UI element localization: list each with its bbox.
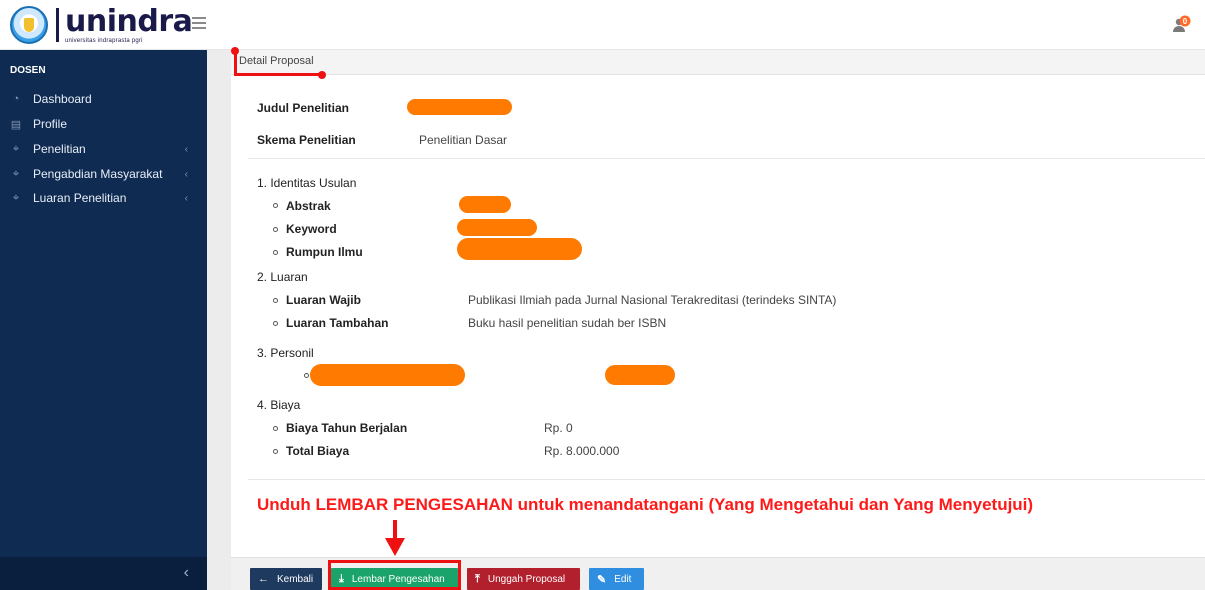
edit-button[interactable]: ✎ Edit xyxy=(589,568,644,590)
bullet-icon xyxy=(273,250,278,255)
user-notification-icon[interactable]: 0 xyxy=(1172,14,1192,34)
sidebar-item-penelitian[interactable]: ⌖ Penelitian ‹ xyxy=(10,139,190,159)
sidebar-item-luaran[interactable]: ⌖ Luaran Penelitian ‹ xyxy=(10,188,190,208)
bullet-icon xyxy=(273,227,278,232)
sidebar-item-label: Pengabdian Masyarakat xyxy=(33,167,163,181)
skema-label: Skema Penelitian xyxy=(257,133,356,147)
sidebar: DOSEN ◔ Dashboard ▤ Profile ⌖ Penelitian… xyxy=(0,50,207,590)
divider xyxy=(248,158,1205,159)
luaran-tambahan-value: Buku hasil penelitian sudah ber ISBN xyxy=(468,316,667,330)
identitas-heading-text: 1. Identitas Usulan xyxy=(257,176,357,190)
sidebar-footer: ‹ xyxy=(0,557,207,590)
tag-icon: ⌖ xyxy=(12,191,20,204)
dashboard-icon: ◔ xyxy=(12,93,20,105)
redacted-judul xyxy=(407,99,512,115)
upload-icon: ⤒ xyxy=(475,572,480,585)
annotation-arrow-down-icon xyxy=(385,538,405,556)
content-header: Detail Proposal xyxy=(231,50,1205,75)
menu-toggle-icon[interactable] xyxy=(192,17,206,29)
skema-value: Penelitian Dasar xyxy=(419,133,508,147)
judul-label: Judul Penelitian xyxy=(257,101,350,115)
bullet-icon xyxy=(273,426,278,431)
page-title: Detail Proposal xyxy=(239,55,314,67)
luaran-wajib-value: Publikasi Ilmiah pada Jurnal Nasional Te… xyxy=(468,293,837,307)
chevron-left-icon: ‹ xyxy=(184,192,188,204)
pencil-icon: ✎ xyxy=(597,573,607,586)
chevron-left-icon: ‹ xyxy=(184,143,188,155)
personil-heading: 3. Personil xyxy=(257,346,314,360)
abstrak-label: Abstrak xyxy=(286,199,331,213)
luaran-wajib-label: Luaran Wajib xyxy=(286,293,361,307)
luaran-heading: 2. Luaran xyxy=(257,270,308,284)
sidebar-item-label: Profile xyxy=(33,117,68,131)
profile-card-icon: ▤ xyxy=(10,118,22,131)
brand-tagline: universitas indraprasta pgri xyxy=(65,37,143,44)
university-seal-icon xyxy=(10,6,48,44)
chevron-left-icon: ‹ xyxy=(184,168,188,180)
bullet-icon xyxy=(273,203,278,208)
annotation-dot xyxy=(318,71,326,79)
sidebar-item-dashboard[interactable]: ◔ Dashboard xyxy=(10,89,190,109)
annotation-highlight-box xyxy=(328,560,461,590)
biaya-heading: 4. Biaya xyxy=(257,398,301,412)
sidebar-item-pengabdian[interactable]: ⌖ Pengabdian Masyarakat ‹ xyxy=(10,164,190,184)
redacted-rumpun xyxy=(457,238,582,260)
annotation-dot xyxy=(231,47,239,55)
kembali-label: Kembali xyxy=(277,573,314,585)
identitas-heading: 1. Identitas Usulan xyxy=(257,176,356,190)
tag-icon: ⌖ xyxy=(12,142,20,155)
bullet-icon xyxy=(273,321,278,326)
tag-icon: ⌖ xyxy=(12,167,20,180)
unggah-label: Unggah Proposal xyxy=(487,573,566,585)
top-navbar: unindra universitas indraprasta pgri 0 xyxy=(0,0,1205,50)
brand-logo[interactable]: unindra universitas indraprasta pgri xyxy=(10,3,193,44)
luaran-tambahan-label: Luaran Tambahan xyxy=(286,316,389,330)
brand-name: unindra xyxy=(65,3,193,39)
collapse-sidebar-icon[interactable]: ‹ xyxy=(184,564,189,582)
logo-divider xyxy=(56,8,59,42)
sidebar-item-profile[interactable]: ▤ Profile xyxy=(10,114,190,134)
logo-text: unindra universitas indraprasta pgri xyxy=(65,3,193,44)
redacted-abstrak xyxy=(459,196,511,213)
biaya-tahun-value: Rp. 0 xyxy=(544,421,573,435)
content-gutter xyxy=(207,50,231,590)
unggah-proposal-button[interactable]: ⤒ Unggah Proposal xyxy=(467,568,580,590)
sidebar-section-title: DOSEN xyxy=(10,65,46,76)
bullet-icon xyxy=(273,298,278,303)
annotation-instruction: Unduh LEMBAR PENGESAHAN untuk menandatan… xyxy=(257,495,1034,514)
redacted-personil-role xyxy=(605,365,675,385)
arrow-left-icon: ← xyxy=(258,573,269,585)
total-biaya-value: Rp. 8.000.000 xyxy=(544,444,620,458)
sidebar-item-label: Penelitian xyxy=(33,142,86,156)
sidebar-item-label: Luaran Penelitian xyxy=(33,191,127,205)
divider xyxy=(248,479,1205,480)
redacted-keyword xyxy=(457,219,537,236)
keyword-label: Keyword xyxy=(286,222,337,236)
total-biaya-label: Total Biaya xyxy=(286,444,350,458)
biaya-tahun-label: Biaya Tahun Berjalan xyxy=(286,421,408,435)
edit-label: Edit xyxy=(614,573,632,585)
bullet-icon xyxy=(273,449,278,454)
annotation-bracket-horizontal xyxy=(234,73,322,76)
sidebar-item-label: Dashboard xyxy=(33,92,92,106)
notification-count: 0 xyxy=(1183,17,1188,26)
kembali-button[interactable]: ← Kembali xyxy=(250,568,322,590)
redacted-personil-name xyxy=(310,364,465,386)
bullet-icon xyxy=(304,373,309,378)
rumpun-label: Rumpun Ilmu xyxy=(286,245,363,259)
